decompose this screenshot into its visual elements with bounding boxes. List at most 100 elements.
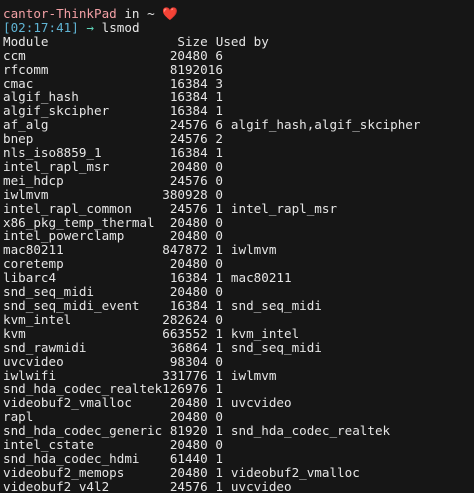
terminal-window[interactable]: cantor-ThinkPad in ~ ❤️ [02:17:41] → lsm… bbox=[0, 0, 474, 493]
module-used-count-cell: 0 bbox=[215, 437, 223, 453]
module-used-count-cell: 1 bbox=[215, 242, 223, 258]
module-used-count-cell: 0 bbox=[215, 409, 223, 425]
module-name-cell: snd_hda_codec_realtek bbox=[3, 381, 163, 397]
module-used-count-cell: 0 bbox=[215, 311, 223, 327]
module-used-count-cell: 6 bbox=[215, 47, 223, 63]
table-row: nls_iso8859_1 16384 1 bbox=[3, 146, 420, 160]
module-name-cell: iwlwifi bbox=[3, 367, 57, 383]
module-used-by-cell: algif_hash,algif_skcipher bbox=[230, 117, 421, 133]
module-name-cell: mac80211 bbox=[3, 242, 64, 258]
module-used-by-cell: snd_seq_midi bbox=[230, 339, 322, 355]
table-row: mei_hdcp 24576 0 bbox=[3, 172, 420, 188]
table-row: bnep 24576 2 bbox=[3, 132, 420, 146]
module-used-by-cell: videobuf2_vmalloc bbox=[230, 464, 360, 480]
header-size: Size bbox=[177, 33, 208, 49]
module-used-by-cell: uvcvideo bbox=[230, 395, 292, 411]
module-used-count-cell: 1 bbox=[215, 200, 223, 216]
module-used-by-cell: iwlmvm bbox=[230, 242, 277, 258]
module-used-by-cell bbox=[223, 216, 421, 230]
module-name-cell: algif_hash bbox=[3, 89, 79, 105]
module-name-cell: snd_seq_midi bbox=[3, 284, 94, 300]
module-used-count-cell: 3 bbox=[215, 75, 223, 91]
module-used-by-cell bbox=[223, 410, 421, 424]
module-size-cell: 36864 bbox=[169, 339, 208, 355]
module-used-by-cell bbox=[223, 382, 421, 396]
table-row: ccm 20480 6 bbox=[3, 47, 420, 63]
module-used-count-cell: 1 bbox=[215, 395, 223, 411]
module-used-count-cell: 0 bbox=[215, 228, 223, 244]
module-used-by-cell: kvm_intel bbox=[230, 325, 300, 341]
module-name-cell: uvcvideo bbox=[3, 353, 64, 369]
module-used-by-cell bbox=[223, 104, 421, 118]
module-size-cell: 331776 bbox=[162, 367, 208, 383]
module-used-by-cell bbox=[223, 229, 421, 243]
module-used-count-cell: 6 bbox=[215, 117, 223, 133]
module-size-cell: 20480 bbox=[169, 437, 208, 453]
module-used-count-cell: 0 bbox=[215, 284, 223, 300]
module-used-by-cell bbox=[223, 63, 421, 77]
table-row: intel_rapl_msr 20480 0 bbox=[3, 160, 420, 174]
module-size-cell: 24576 bbox=[169, 131, 208, 147]
table-header-row: Module Size Used by bbox=[3, 33, 420, 49]
module-name-cell: kvm bbox=[3, 325, 26, 341]
table-row: uvcvideo 98304 0 bbox=[3, 353, 420, 369]
table-row: coretemp 20480 0 bbox=[3, 257, 420, 271]
module-name-cell: libarc4 bbox=[3, 270, 57, 286]
module-used-by-cell bbox=[223, 132, 421, 146]
module-size-cell: 847872 bbox=[162, 242, 208, 258]
table-row: kvm 663552 1 kvm_intel bbox=[3, 325, 420, 341]
module-used-by-cell bbox=[223, 188, 421, 202]
module-name-cell: snd_hda_codec_hdmi bbox=[3, 450, 140, 466]
module-name-cell: cmac bbox=[3, 75, 34, 91]
module-size-cell: 98304 bbox=[169, 353, 208, 369]
module-name-cell: intel_cstate bbox=[3, 437, 94, 453]
module-used-count-cell: 1 bbox=[215, 450, 223, 466]
table-row: algif_skcipher 16384 1 bbox=[3, 104, 420, 118]
table-row: snd_hda_codec_generic 81920 1 snd_hda_codec… bbox=[3, 424, 420, 438]
module-size-cell: 20480 bbox=[169, 256, 208, 272]
module-used-by-cell bbox=[223, 452, 421, 466]
table-row: videobuf2_v4l2 24576 1 uvcvideo bbox=[3, 478, 420, 493]
prompt-line: cantor-ThinkPad in ~ ❤️ bbox=[3, 7, 474, 21]
module-used-count-cell: 16 bbox=[207, 61, 223, 77]
module-size-cell: 81920 bbox=[169, 61, 208, 77]
module-used-count-cell: 1 bbox=[215, 464, 223, 480]
module-name-cell: algif_skcipher bbox=[3, 103, 110, 119]
module-size-cell: 16384 bbox=[169, 270, 208, 286]
module-used-count-cell: 1 bbox=[215, 145, 223, 161]
module-used-count-cell: 1 bbox=[215, 381, 223, 397]
module-used-by-cell bbox=[223, 90, 421, 104]
module-name-cell: intel_rapl_msr bbox=[3, 158, 110, 174]
table-row: snd_seq_midi 20480 0 bbox=[3, 285, 420, 299]
module-name-cell: coretemp bbox=[3, 256, 64, 272]
module-name-cell: videobuf2_v4l2 bbox=[3, 478, 110, 493]
table-row: libarc4 16384 1 mac80211 bbox=[3, 271, 420, 285]
table-row: intel_cstate 20480 0 bbox=[3, 438, 420, 452]
module-size-cell: 24576 bbox=[169, 117, 208, 133]
module-name-cell: ccm bbox=[3, 47, 26, 63]
module-used-by-cell bbox=[223, 438, 421, 452]
table-row: intel_rapl_common 24576 1 intel_rapl_msr bbox=[3, 200, 420, 216]
module-size-cell: 20480 bbox=[169, 395, 208, 411]
module-used-by-cell: iwlmvm bbox=[230, 367, 277, 383]
table-row: videobuf2_memops 20480 1 videobuf2_vmalloc bbox=[3, 464, 420, 480]
table-row: iwlwifi 331776 1 iwlmvm bbox=[3, 367, 420, 383]
prompt-timestamp: [02:17:41] bbox=[3, 19, 79, 35]
module-used-count-cell: 1 bbox=[215, 325, 223, 341]
module-used-count-cell: 1 bbox=[215, 367, 223, 383]
module-size-cell: 20480 bbox=[169, 214, 208, 230]
module-size-cell: 20480 bbox=[169, 464, 208, 480]
command-line: [02:17:41] → lsmod bbox=[3, 19, 474, 35]
module-used-by-cell bbox=[223, 77, 421, 91]
table-row: rfcomm 81920 16 bbox=[3, 61, 421, 77]
module-name-cell: nls_iso8859_1 bbox=[3, 145, 102, 161]
module-size-cell: 282624 bbox=[162, 311, 208, 327]
module-name-cell: intel_powerclamp bbox=[3, 228, 125, 244]
module-size-cell: 24576 bbox=[169, 172, 208, 188]
module-used-count-cell: 0 bbox=[215, 172, 223, 188]
module-used-count-cell: 1 bbox=[215, 423, 223, 439]
module-used-count-cell: 0 bbox=[215, 214, 223, 230]
prompt-hostname: cantor-ThinkPad bbox=[3, 6, 117, 21]
module-size-cell: 663552 bbox=[162, 325, 208, 341]
module-used-count-cell: 0 bbox=[215, 186, 223, 202]
